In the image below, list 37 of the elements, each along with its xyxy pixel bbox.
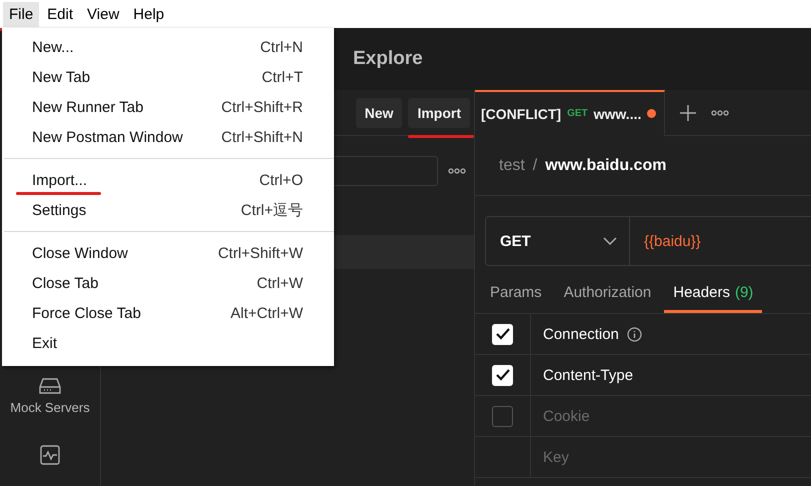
checkbox[interactable] bbox=[492, 406, 513, 426]
request-tab[interactable]: [CONFLICT] GET www.... bbox=[475, 90, 665, 136]
key-field[interactable]: Key bbox=[531, 437, 731, 477]
request-tab-link[interactable]: Headers (9) bbox=[664, 274, 762, 313]
header-key: Content-Type bbox=[543, 366, 634, 384]
request-tab-link[interactable]: Authorization bbox=[554, 274, 660, 313]
menu-item[interactable]: Exit bbox=[2, 328, 334, 358]
toolbar-button[interactable]: New bbox=[356, 98, 402, 128]
server-icon bbox=[39, 378, 61, 394]
breadcrumb-separator: / bbox=[532, 156, 538, 174]
activity-icon[interactable] bbox=[40, 445, 60, 465]
header-key: Connection bbox=[543, 326, 619, 342]
menu-item[interactable]: Import... Ctrl+O bbox=[2, 165, 334, 195]
menu-title[interactable]: Edit bbox=[41, 2, 80, 26]
chevron-down-icon bbox=[603, 237, 617, 245]
header-key: Cookie bbox=[543, 408, 590, 424]
request-name: www.baidu.com bbox=[545, 156, 666, 174]
menu-item[interactable]: Close Window Ctrl+Shift+W bbox=[2, 238, 334, 268]
menu-item[interactable]: Force Close Tab Alt+Ctrl+W bbox=[2, 298, 334, 328]
more-icon[interactable] bbox=[448, 168, 466, 174]
method-select[interactable]: GET bbox=[486, 217, 630, 265]
more-icon[interactable] bbox=[711, 110, 729, 116]
request-tab-link[interactable]: Params bbox=[481, 274, 551, 313]
menu-title[interactable]: View bbox=[81, 2, 126, 26]
plus-icon[interactable] bbox=[680, 104, 696, 120]
menu-item[interactable]: New Postman Window Ctrl+Shift+N bbox=[2, 122, 334, 152]
menu-item[interactable]: New Runner Tab Ctrl+Shift+R bbox=[2, 92, 334, 122]
menu-item[interactable]: New Tab Ctrl+T bbox=[2, 62, 334, 92]
menu-title[interactable]: Help bbox=[127, 2, 170, 26]
url-field[interactable]: {{baidu}} bbox=[630, 217, 701, 265]
menu-item[interactable]: Close Tab Ctrl+W bbox=[2, 268, 334, 298]
menu-item[interactable]: New... Ctrl+N bbox=[2, 32, 334, 62]
breadcrumb-link[interactable]: test bbox=[499, 156, 525, 174]
menu-item[interactable]: Settings Ctrl+逗号 bbox=[2, 195, 334, 225]
info-icon[interactable] bbox=[626, 326, 642, 342]
header-title: Explore bbox=[353, 48, 423, 70]
sidebar-label[interactable]: Mock Servers bbox=[10, 400, 90, 415]
